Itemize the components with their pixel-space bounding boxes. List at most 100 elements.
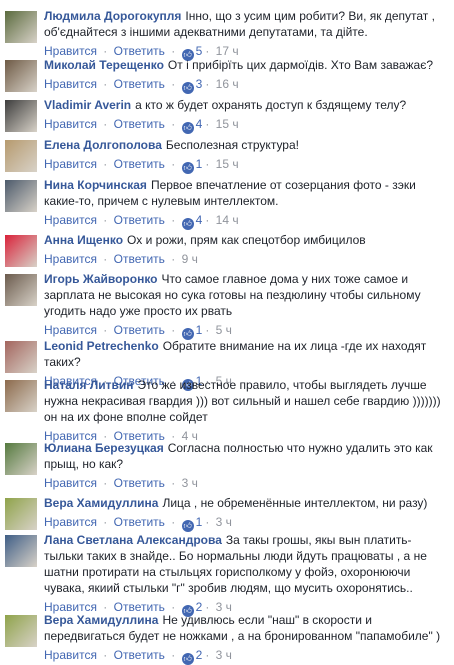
thumbs-up-icon[interactable]: 👍︎ [181, 122, 194, 134]
avatar[interactable] [5, 11, 37, 43]
reply-button[interactable]: Ответить [114, 213, 165, 227]
comment: Наталя Литвин Это же известное правило, ч… [0, 377, 454, 444]
avatar[interactable] [5, 274, 37, 306]
thumbs-up-icon[interactable]: 👍︎ [181, 653, 194, 665]
comment-author[interactable]: Игорь Жайворонко [44, 272, 158, 286]
thumbs-up-icon[interactable]: 👍︎ [181, 82, 194, 94]
separator: · [103, 157, 108, 171]
reply-button[interactable]: Ответить [114, 252, 165, 266]
separator: · [171, 213, 176, 227]
reply-button[interactable]: Ответить [114, 648, 165, 662]
comment-time[interactable]: 16 ч [216, 77, 239, 91]
avatar[interactable] [5, 180, 37, 212]
comment-time[interactable]: 17 ч [216, 44, 239, 58]
like-button[interactable]: Нравится [44, 252, 97, 266]
reply-button[interactable]: Ответить [114, 77, 165, 91]
separator: · [171, 252, 176, 266]
comment-text-block: Лана Светлана Александрова За такы грошы,… [44, 532, 448, 596]
comment-time[interactable]: 15 ч [216, 117, 239, 131]
comment-actions: Нравится · Ответить · 👍︎ 4 · 15 ч [44, 116, 448, 134]
comment-text-block: Вера Хамидуллина Не удивлюсь если "наш" в… [44, 612, 448, 644]
comment-author[interactable]: Вера Хамидуллина [44, 613, 158, 627]
comment-time[interactable]: 5 ч [216, 323, 232, 337]
like-button[interactable]: Нравится [44, 476, 97, 490]
reply-button[interactable]: Ответить [114, 476, 165, 490]
comment-author[interactable]: Leonid Petrechenko [44, 339, 159, 353]
avatar[interactable] [5, 341, 37, 373]
like-button[interactable]: Нравится [44, 323, 97, 337]
reply-button[interactable]: Ответить [114, 117, 165, 131]
comment-author[interactable]: Миколай Терещенко [44, 58, 164, 72]
comment-time[interactable]: 15 ч [216, 157, 239, 171]
comment-author[interactable]: Нина Корчинская [44, 178, 147, 192]
comment-body: Нина Корчинская Первое впечатление от соз… [44, 177, 448, 230]
comment: Вера Хамидуллина Лица , не обременённые и… [0, 495, 454, 532]
like-button[interactable]: Нравится [44, 515, 97, 529]
separator: · [103, 476, 108, 490]
comment-author[interactable]: Юлиана Березуцкая [44, 441, 164, 455]
avatar[interactable] [5, 380, 37, 412]
separator: · [171, 515, 176, 529]
separator: · [103, 213, 108, 227]
comment-author[interactable]: Лана Светлана Александрова [44, 533, 222, 547]
separator: · [171, 648, 176, 662]
comment-time[interactable]: 3 ч [216, 648, 232, 662]
separator: · [205, 648, 210, 662]
comment-body: Наталя Литвин Это же известное правило, ч… [44, 377, 448, 444]
avatar[interactable] [5, 100, 37, 132]
avatar[interactable] [5, 443, 37, 475]
comment-body: Анна Ищенко Ох и рожи, прям как спецотбор… [44, 232, 448, 267]
comment: Людмила Дорогокупля Інно, що з усим цим р… [0, 8, 454, 61]
comment-text: Бесполезная структура! [165, 138, 299, 152]
comment-author[interactable]: Наталя Литвин [44, 378, 134, 392]
thumbs-up-icon[interactable]: 👍︎ [181, 162, 194, 174]
comment-body: Лана Светлана Александрова За такы грошы,… [44, 532, 448, 617]
separator: · [205, 515, 210, 529]
like-button[interactable]: Нравится [44, 117, 97, 131]
like-button[interactable]: Нравится [44, 157, 97, 171]
avatar[interactable] [5, 615, 37, 647]
comment-text-block: Анна Ищенко Ох и рожи, прям как спецотбор… [44, 232, 448, 248]
comment-time[interactable]: 14 ч [216, 213, 239, 227]
comment-text-block: Елена Долгополова Бесполезная структура! [44, 137, 448, 153]
comment-author[interactable]: Вера Хамидуллина [44, 496, 158, 510]
comment-actions: Нравится · Ответить · 👍︎ 1 · 3 ч [44, 514, 448, 532]
separator: · [103, 323, 108, 337]
comment-author[interactable]: Елена Долгополова [44, 138, 162, 152]
comment-text: Ох и рожи, прям как спецотбор имбицилов [127, 233, 366, 247]
like-button[interactable]: Нравится [44, 44, 97, 58]
comment-text-block: Игорь Жайворонко Что самое главное дома у… [44, 271, 448, 319]
separator: · [205, 44, 210, 58]
avatar[interactable] [5, 60, 37, 92]
separator: · [103, 648, 108, 662]
comment: Нина Корчинская Первое впечатление от соз… [0, 177, 454, 230]
like-button[interactable]: Нравится [44, 77, 97, 91]
comment: Вера Хамидуллина Не удивлюсь если "наш" в… [0, 612, 454, 665]
separator: · [171, 44, 176, 58]
comment-text-block: Vladimir Averin а кто ж будет охранять до… [44, 97, 448, 113]
separator: · [171, 157, 176, 171]
comment: Анна Ищенко Ох и рожи, прям как спецотбор… [0, 232, 454, 267]
reply-button[interactable]: Ответить [114, 515, 165, 529]
reply-button[interactable]: Ответить [114, 323, 165, 337]
reply-button[interactable]: Ответить [114, 44, 165, 58]
avatar[interactable] [5, 498, 37, 530]
comment: Игорь Жайворонко Что самое главное дома у… [0, 271, 454, 340]
separator: · [171, 323, 176, 337]
comment-time[interactable]: 9 ч [182, 252, 198, 266]
like-button[interactable]: Нравится [44, 648, 97, 662]
reply-button[interactable]: Ответить [114, 157, 165, 171]
avatar[interactable] [5, 535, 37, 567]
separator: · [103, 77, 108, 91]
avatar[interactable] [5, 140, 37, 172]
comment-author[interactable]: Vladimir Averin [44, 98, 131, 112]
like-button[interactable]: Нравится [44, 213, 97, 227]
avatar[interactable] [5, 235, 37, 267]
thumbs-up-icon[interactable]: 👍︎ [181, 520, 194, 532]
thumbs-up-icon[interactable]: 👍︎ [181, 218, 194, 230]
comment-time[interactable]: 3 ч [216, 515, 232, 529]
comment-author[interactable]: Людмила Дорогокупля [44, 9, 181, 23]
comment-time[interactable]: 3 ч [182, 476, 198, 490]
separator: · [103, 252, 108, 266]
comment-author[interactable]: Анна Ищенко [44, 233, 123, 247]
